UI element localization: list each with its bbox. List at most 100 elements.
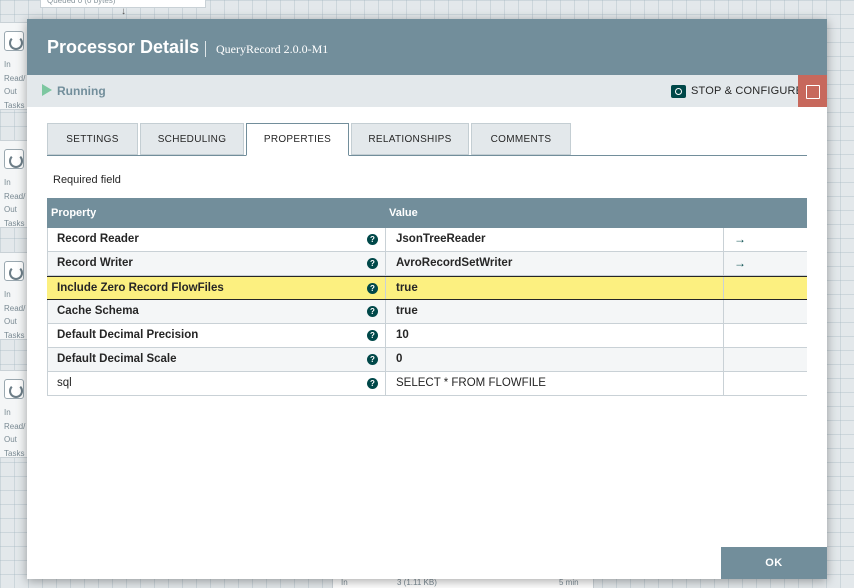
column-divider	[385, 277, 386, 299]
required-field-label: Required field	[53, 174, 121, 186]
table-row[interactable]: Cache Schema ? true	[47, 300, 807, 324]
row-border	[47, 228, 48, 251]
bg-stat-read: Read/	[4, 192, 26, 201]
table-row-selected[interactable]: Include Zero Record FlowFiles ? true	[47, 276, 807, 300]
tab-relationships[interactable]: RELATIONSHIPS	[351, 123, 469, 155]
dialog-subtitle: QueryRecord 2.0.0-M1	[216, 42, 329, 56]
property-name: Default Decimal Precision	[57, 329, 199, 341]
column-divider	[385, 348, 386, 371]
tab-properties[interactable]: PROPERTIES	[246, 123, 349, 156]
bg-stat-out: Out	[4, 87, 17, 96]
bg-processor[interactable]: In Read/ Out Tasks	[0, 22, 28, 110]
sticky-note-icon[interactable]	[798, 75, 827, 107]
bg-stat-out: Out	[4, 435, 17, 444]
running-icon	[42, 84, 52, 96]
help-icon[interactable]: ?	[367, 378, 378, 389]
row-border	[47, 324, 48, 347]
column-divider	[385, 300, 386, 323]
property-name: Record Writer	[57, 257, 133, 269]
row-border	[47, 372, 48, 395]
bg-stat-out: Out	[4, 317, 17, 326]
column-divider	[385, 372, 386, 395]
bg-processor[interactable]: In Read/ Out Tasks	[0, 370, 28, 458]
help-icon[interactable]: ?	[367, 258, 378, 269]
tab-scheduling[interactable]: SCHEDULING	[140, 123, 244, 155]
go-to-service-icon[interactable]: →	[734, 232, 746, 246]
property-value[interactable]: 0	[396, 353, 402, 365]
bg-stat-tasks: Tasks	[4, 219, 25, 228]
status-bar: Running STOP & CONFIGURE	[27, 75, 827, 107]
processor-icon	[4, 379, 24, 399]
dialog-header: Processor Details QueryRecord 2.0.0-M1	[27, 19, 827, 75]
bg-stat-in: In	[4, 178, 11, 187]
property-value[interactable]: SELECT * FROM FLOWFILE	[396, 377, 546, 389]
bg-stat-read: Read/	[4, 74, 26, 83]
help-icon[interactable]: ?	[367, 306, 378, 317]
stop-configure-icon	[671, 84, 686, 98]
help-icon[interactable]: ?	[367, 330, 378, 341]
header-value: Value	[389, 207, 418, 219]
column-divider	[723, 228, 724, 251]
bg-stat-tasks: Tasks	[4, 331, 25, 340]
row-border	[47, 252, 48, 275]
ok-button[interactable]: OK	[721, 547, 827, 579]
tab-settings[interactable]: SETTINGS	[47, 123, 138, 155]
bg-stat-tasks: Tasks	[4, 449, 25, 458]
tab-comments[interactable]: COMMENTS	[471, 123, 571, 155]
column-divider	[723, 277, 724, 299]
dialog-title: Processor Details	[47, 37, 200, 57]
processor-icon	[4, 149, 24, 169]
help-icon[interactable]: ?	[367, 283, 378, 294]
column-divider	[385, 252, 386, 275]
bg-stat-tasks: Tasks	[4, 101, 25, 110]
bg-stat-in: In	[4, 290, 11, 299]
column-divider	[723, 300, 724, 323]
property-value[interactable]: true	[396, 305, 418, 317]
table-row[interactable]: Default Decimal Scale ? 0	[47, 348, 807, 372]
properties-table: Property Value Record Reader ? JsonTreeR…	[47, 198, 807, 396]
property-name: sql	[57, 377, 72, 389]
processor-details-dialog: Processor Details QueryRecord 2.0.0-M1 R…	[27, 19, 827, 579]
column-divider	[723, 252, 724, 275]
property-name: Default Decimal Scale	[57, 353, 177, 365]
property-name: Record Reader	[57, 233, 139, 245]
property-name: Cache Schema	[57, 305, 139, 317]
column-divider	[723, 348, 724, 371]
bg-bottom-time: 5 min	[559, 578, 579, 587]
processor-icon	[4, 31, 24, 51]
bg-stat-in: In	[4, 408, 11, 417]
header-property: Property	[51, 207, 97, 219]
stop-configure-button[interactable]: STOP & CONFIGURE	[671, 83, 803, 99]
table-row[interactable]: sql ? SELECT * FROM FLOWFILE	[47, 372, 807, 396]
row-border	[47, 300, 48, 323]
help-icon[interactable]: ?	[367, 354, 378, 365]
connection-arrow-icon: ↓	[121, 6, 126, 17]
title-separator	[205, 41, 206, 57]
row-border	[47, 348, 48, 371]
table-header: Property Value	[47, 198, 807, 228]
property-value[interactable]: AvroRecordSetWriter	[396, 257, 512, 269]
tab-bar: SETTINGS SCHEDULING PROPERTIES RELATIONS…	[47, 123, 807, 156]
bg-stat-out: Out	[4, 205, 17, 214]
table-row[interactable]: Record Reader ? JsonTreeReader →	[47, 228, 807, 252]
processor-icon	[4, 261, 24, 281]
table-row[interactable]: Default Decimal Precision ? 10	[47, 324, 807, 348]
tab-underline	[47, 155, 807, 156]
bg-stat-in: In	[4, 60, 11, 69]
bg-stat-read: Read/	[4, 304, 26, 313]
column-divider	[723, 324, 724, 347]
property-value[interactable]: 10	[396, 329, 409, 341]
bg-connection-stats: In 3 (1.11 KB) 5 min	[332, 578, 594, 588]
bg-processor[interactable]: In Read/ Out Tasks	[0, 140, 28, 228]
bg-processor[interactable]: In Read/ Out Tasks	[0, 252, 28, 340]
table-row[interactable]: Record Writer ? AvroRecordSetWriter →	[47, 252, 807, 276]
property-name: Include Zero Record FlowFiles	[57, 282, 224, 294]
property-value[interactable]: true	[396, 282, 418, 294]
go-to-service-icon[interactable]: →	[734, 256, 746, 270]
bg-stat-read: Read/	[4, 422, 26, 431]
column-divider	[385, 228, 386, 251]
column-divider	[723, 372, 724, 395]
stop-configure-label: STOP & CONFIGURE	[691, 85, 804, 97]
help-icon[interactable]: ?	[367, 234, 378, 245]
property-value[interactable]: JsonTreeReader	[396, 233, 486, 245]
